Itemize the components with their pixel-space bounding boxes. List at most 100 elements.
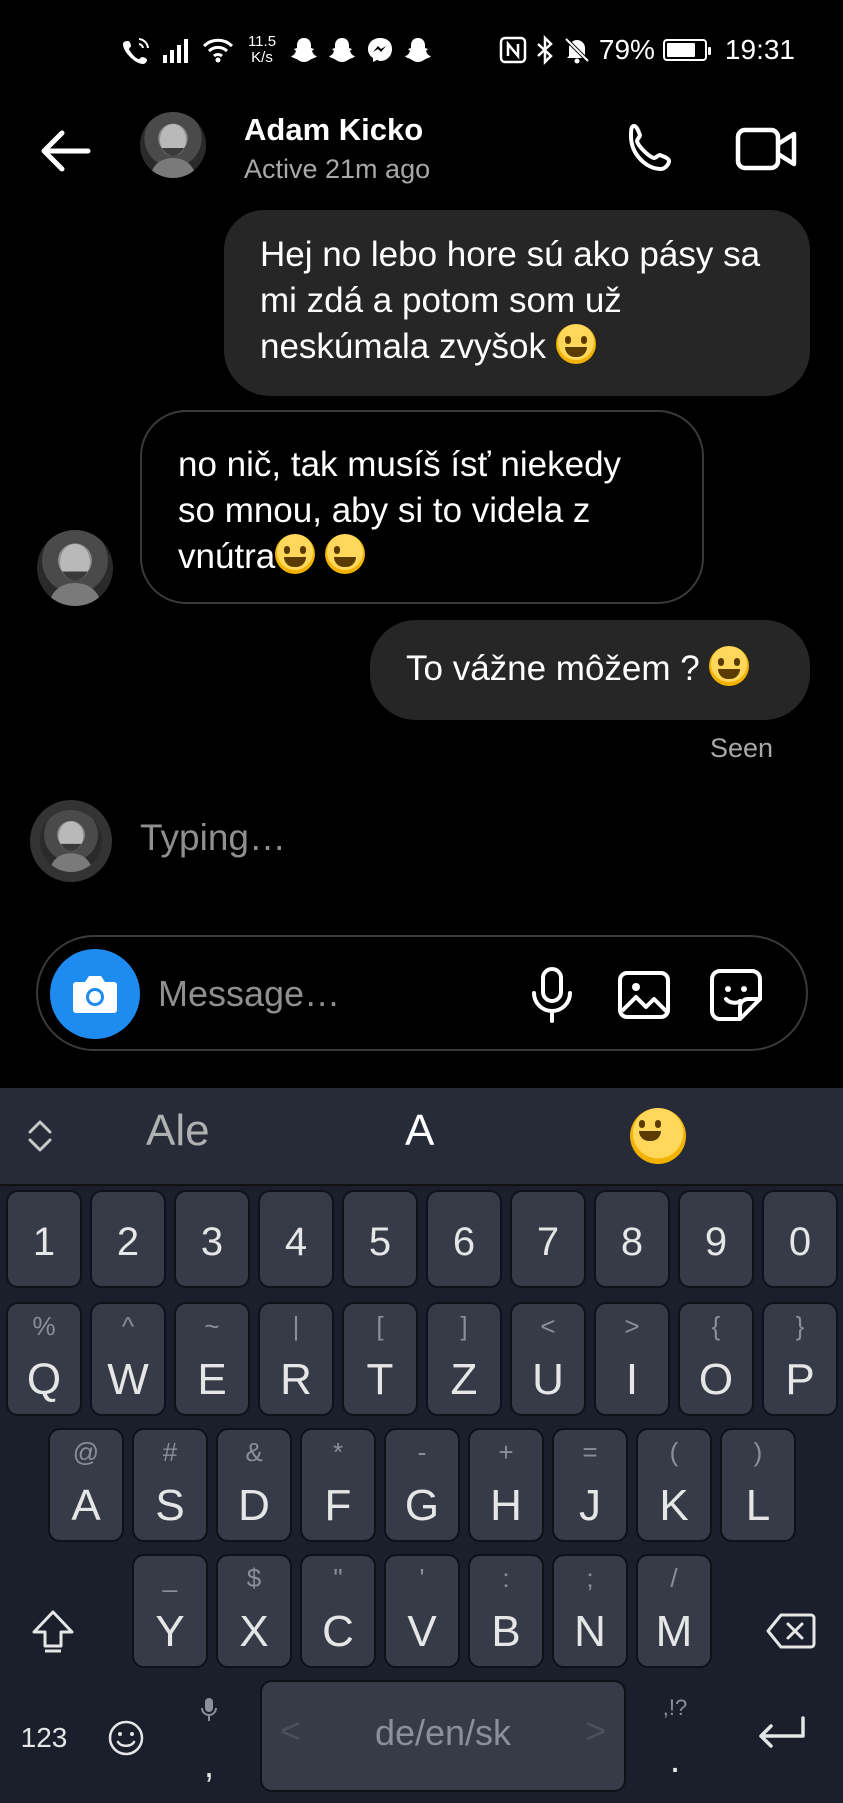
letter-key[interactable]: < U [510, 1302, 586, 1416]
number-key[interactable]: 4 [258, 1190, 334, 1288]
snapchat-icon [290, 36, 318, 64]
message-incoming[interactable]: no nič, tak musíš ísť niekedy so mnou, a… [140, 410, 704, 604]
smiley-icon [108, 1720, 144, 1756]
suggestion-bar: Ale A [0, 1088, 843, 1186]
shift-key[interactable] [20, 1596, 86, 1666]
letter-key[interactable]: $ X [216, 1554, 292, 1668]
letter-key[interactable]: * F [300, 1428, 376, 1542]
typing-avatar [40, 810, 102, 872]
status-bar-left: 11.5 K/s [122, 28, 432, 72]
letter-key[interactable]: -G [384, 1428, 460, 1542]
key-secondary-label: ] [460, 1311, 468, 1341]
period-key[interactable]: ,!? . [652, 1688, 698, 1788]
period-label: . [669, 1738, 681, 1781]
contact-name[interactable]: Adam Kicko [244, 112, 423, 148]
number-key[interactable]: 1 [6, 1190, 82, 1288]
expand-toggle-button[interactable] [24, 1116, 56, 1156]
letter-key[interactable]: _ Y [132, 1554, 208, 1668]
tears-of-joy-emoji [630, 1108, 686, 1164]
letter-key[interactable]: (K [636, 1428, 712, 1542]
key-label: A [71, 1481, 101, 1530]
enter-key[interactable] [748, 1704, 814, 1764]
snapchat-icon-2 [328, 36, 356, 64]
letter-key[interactable]: ] Z [426, 1302, 502, 1416]
key-label: D [238, 1481, 270, 1530]
comma-key[interactable]: , [186, 1686, 232, 1796]
message-outgoing[interactable]: To vážne môžem ? [370, 620, 810, 720]
number-key[interactable]: 9 [678, 1190, 754, 1288]
key-label: I [625, 1355, 639, 1404]
suggestion-emoji[interactable] [630, 1108, 686, 1169]
letter-key[interactable]: # S [132, 1428, 208, 1542]
letter-key[interactable]: & D [216, 1428, 292, 1542]
number-key[interactable]: 5 [342, 1190, 418, 1288]
suggestion-2[interactable]: A [405, 1106, 434, 1156]
emoji-key[interactable] [104, 1708, 148, 1768]
key-secondary-label: " [333, 1563, 343, 1593]
letter-key[interactable]: [T [342, 1302, 418, 1416]
space-key[interactable]: < de/en/sk > [260, 1680, 626, 1792]
messenger-icon [366, 36, 394, 64]
letter-key[interactable]: % Q [6, 1302, 82, 1416]
voice-call-button[interactable] [620, 118, 682, 180]
shift-arrow-icon [32, 1610, 74, 1653]
letter-key[interactable]: / M [636, 1554, 712, 1668]
video-call-button[interactable] [734, 120, 800, 178]
number-key[interactable]: 8 [594, 1190, 670, 1288]
letter-key[interactable]: ' V [384, 1554, 460, 1668]
letter-key[interactable]: + H [468, 1428, 544, 1542]
number-key[interactable]: 3 [174, 1190, 250, 1288]
letter-key[interactable]: :B [468, 1554, 544, 1668]
key-secondary-label: < [540, 1311, 556, 1341]
message-outgoing[interactable]: Hej no lebo hore sú ako pásy sa mi zdá a… [224, 210, 810, 396]
key-label: X [239, 1607, 269, 1656]
status-bar: 11.5 K/s 79% 19:31 [0, 0, 843, 100]
gallery-button[interactable] [616, 967, 672, 1023]
letter-key[interactable]: @ A [48, 1428, 124, 1542]
numbers-key[interactable]: 123 [14, 1708, 74, 1768]
key-label: W [107, 1355, 149, 1404]
number-key[interactable]: 6 [426, 1190, 502, 1288]
suggestion-1[interactable]: Ale [146, 1106, 210, 1156]
key-secondary-label: $ [246, 1563, 262, 1593]
key-label: C [322, 1607, 354, 1656]
snapchat-icon-3 [404, 36, 432, 64]
nfc-icon [499, 36, 527, 64]
key-label: N [574, 1607, 606, 1656]
backspace-key[interactable] [756, 1596, 826, 1666]
camera-button[interactable] [50, 949, 140, 1039]
number-key[interactable]: 2 [90, 1190, 166, 1288]
phone-icon [629, 124, 671, 171]
sticker-button[interactable] [708, 967, 764, 1023]
key-label: U [532, 1355, 564, 1404]
key-label: J [579, 1481, 601, 1530]
key-label: 3 [200, 1220, 224, 1264]
enter-arrow-icon [759, 1716, 805, 1748]
message-input[interactable] [156, 967, 460, 1021]
number-key[interactable]: 7 [510, 1190, 586, 1288]
letter-key[interactable]: ; N [552, 1554, 628, 1668]
sender-avatar[interactable] [37, 530, 113, 606]
key-label: L [745, 1481, 771, 1530]
letter-key[interactable]: } P [762, 1302, 838, 1416]
key-label: Z [450, 1355, 478, 1404]
letter-key[interactable]: | R [258, 1302, 334, 1416]
letter-key[interactable]: = J [552, 1428, 628, 1542]
contact-avatar[interactable] [140, 112, 206, 178]
key-label: G [404, 1481, 440, 1530]
bluetooth-icon [535, 35, 555, 65]
letter-key[interactable]: ~ E [174, 1302, 250, 1416]
avatar-face-icon [49, 821, 93, 872]
voice-message-button[interactable] [524, 965, 580, 1025]
number-key[interactable]: 0 [762, 1190, 838, 1288]
back-button[interactable] [34, 120, 96, 182]
key-secondary-label: _ [162, 1563, 178, 1593]
letter-key[interactable]: " C [300, 1554, 376, 1668]
letter-key[interactable]: {O [678, 1302, 754, 1416]
key-label: Y [155, 1607, 185, 1656]
letter-key[interactable]: ^ W [90, 1302, 166, 1416]
letter-key[interactable]: ) L [720, 1428, 796, 1542]
key-label: 5 [368, 1220, 392, 1264]
network-speed: 11.5 K/s [244, 34, 280, 66]
letter-key[interactable]: > I [594, 1302, 670, 1416]
